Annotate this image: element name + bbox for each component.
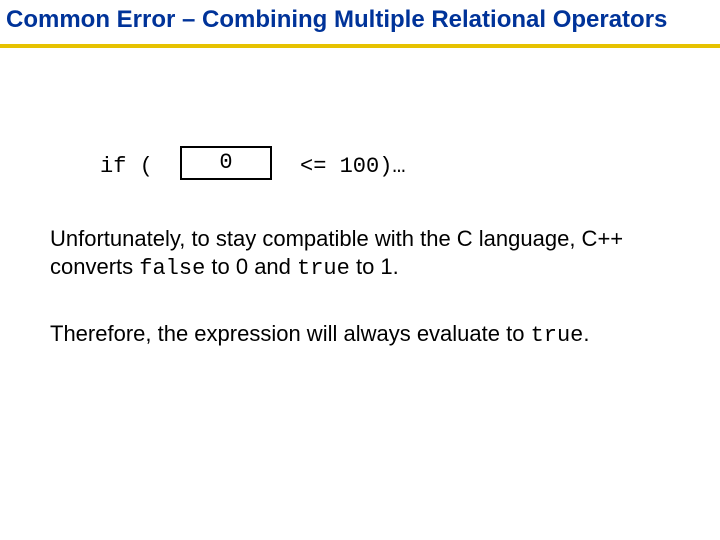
paragraph-2: Therefore, the expression will always ev…	[50, 320, 670, 350]
code-boxed-zero: 0	[180, 146, 272, 180]
p1-text-c: to 1.	[350, 254, 399, 279]
p2-text-a: Therefore, the expression will always ev…	[50, 321, 531, 346]
p1-text-b: to 0 and	[205, 254, 297, 279]
code-tail: <= 100)…	[300, 154, 406, 179]
title-underline	[0, 44, 720, 48]
keyword-true: true	[297, 256, 350, 281]
keyword-true-2: true	[531, 323, 584, 348]
code-example: if ( 0 <= 100)…	[100, 140, 620, 188]
slide: Common Error – Combining Multiple Relati…	[0, 0, 720, 540]
paragraph-1: Unfortunately, to stay compatible with t…	[50, 225, 670, 283]
page-title: Common Error – Combining Multiple Relati…	[6, 6, 714, 35]
keyword-false: false	[139, 256, 205, 281]
p2-text-b: .	[583, 321, 589, 346]
code-if-open: if (	[100, 154, 153, 179]
